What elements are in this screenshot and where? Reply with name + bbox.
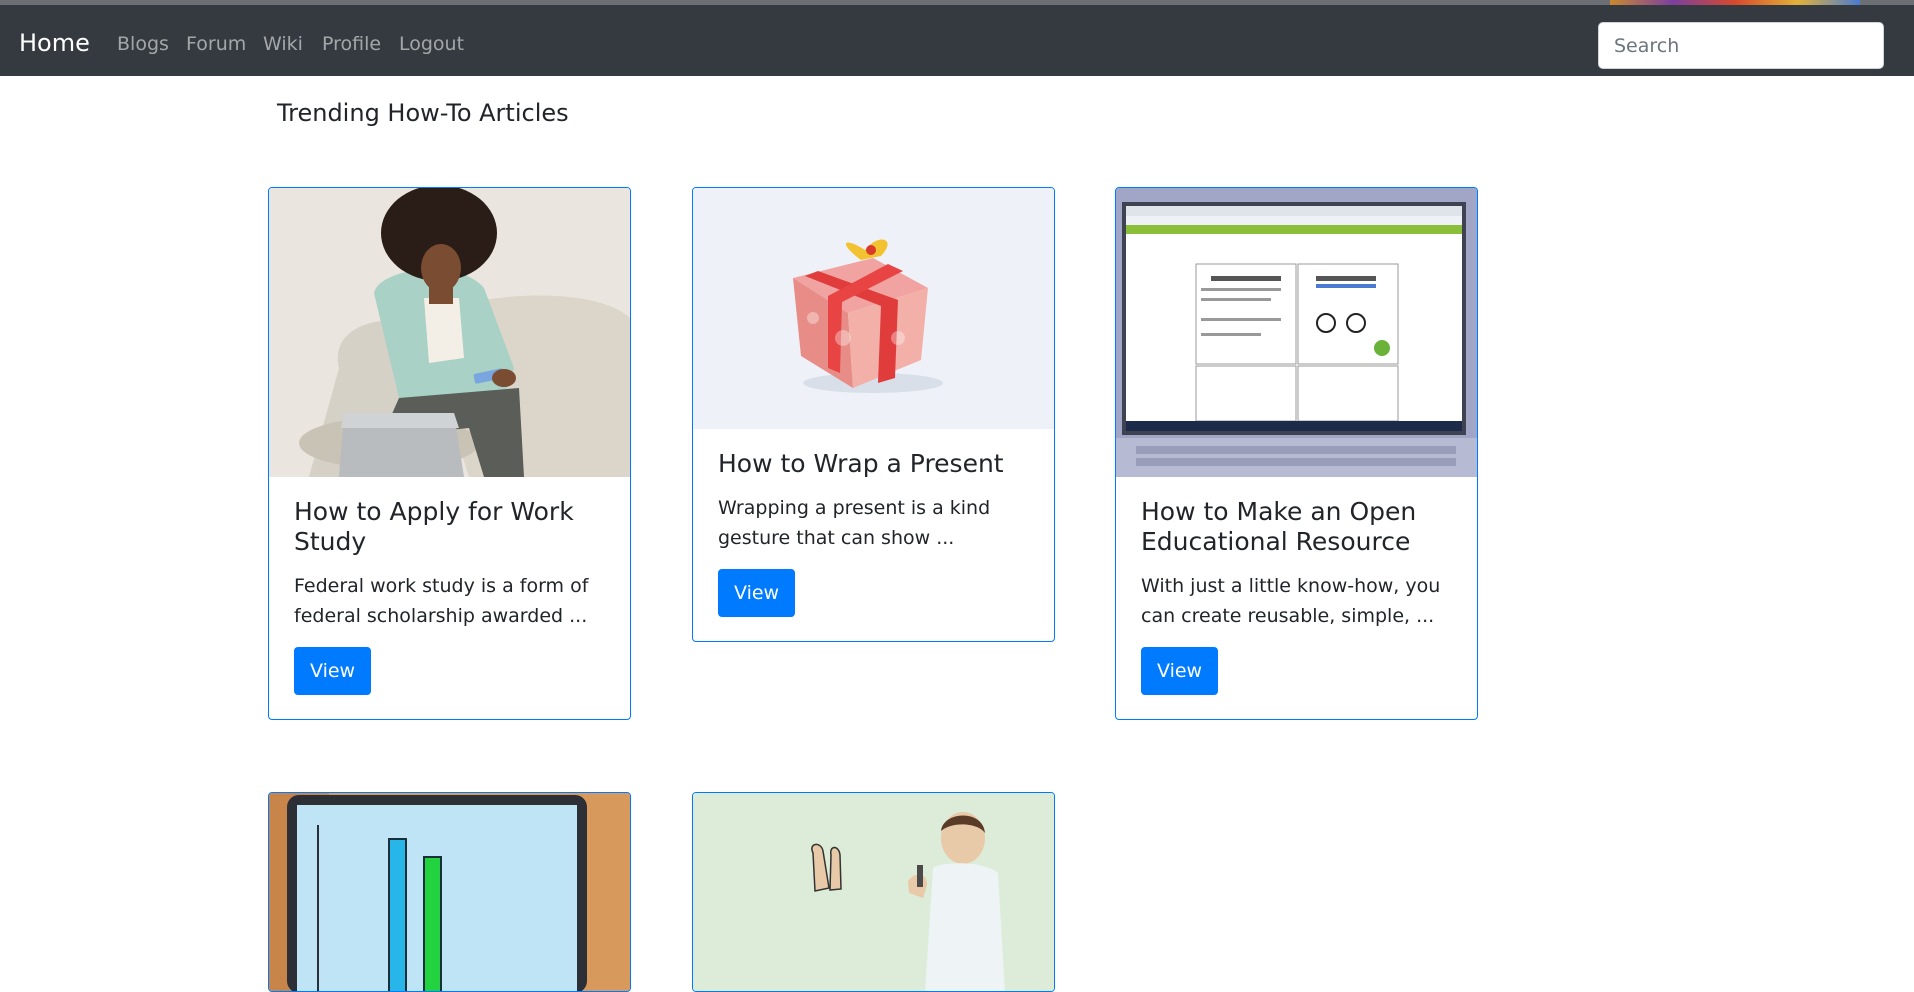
nav-link-forum[interactable]: Forum — [186, 32, 246, 56]
laptop-screenshot-illustration-icon[interactable] — [1116, 188, 1477, 477]
card-excerpt: Wrapping a present is a kind gesture tha… — [718, 497, 991, 549]
view-button[interactable]: View — [294, 647, 372, 695]
article-card: How to Wrap a Present Wrapping a present… — [692, 187, 1055, 642]
article-card: How to Apply for Work Study Federal work… — [268, 187, 631, 720]
view-button[interactable]: View — [718, 569, 796, 617]
article-card: How to Make an Open Educational Resource… — [1115, 187, 1478, 720]
card-title[interactable]: How to Wrap a Present — [718, 449, 1029, 479]
gift-box-photo-icon[interactable] — [693, 188, 1054, 429]
nav-link-wiki[interactable]: Wiki — [263, 32, 303, 56]
search-input[interactable] — [1598, 22, 1884, 69]
laptop-bar-chart-illustration-icon[interactable] — [269, 793, 630, 991]
nav-link-profile[interactable]: Profile — [322, 32, 381, 56]
nav-brand-home[interactable]: Home — [19, 28, 90, 58]
view-button[interactable]: View — [1141, 647, 1219, 695]
article-card — [692, 792, 1055, 992]
navbar: Home Blogs Forum Wiki Profile Logout — [0, 5, 1914, 76]
article-card — [268, 792, 631, 992]
card-excerpt: Federal work study is a form of federal … — [294, 575, 589, 627]
card-title[interactable]: How to Apply for Work Study — [294, 497, 605, 557]
man-waving-illustration-icon[interactable] — [693, 793, 1054, 991]
card-excerpt: With just a little know-how, you can cre… — [1141, 575, 1441, 627]
nav-link-logout[interactable]: Logout — [399, 32, 464, 56]
card-title[interactable]: How to Make an Open Educational Resource — [1141, 497, 1452, 557]
page-title: Trending How-To Articles — [277, 99, 569, 127]
nav-link-blogs[interactable]: Blogs — [117, 32, 169, 56]
person-laptop-illustration-icon[interactable] — [269, 188, 630, 477]
